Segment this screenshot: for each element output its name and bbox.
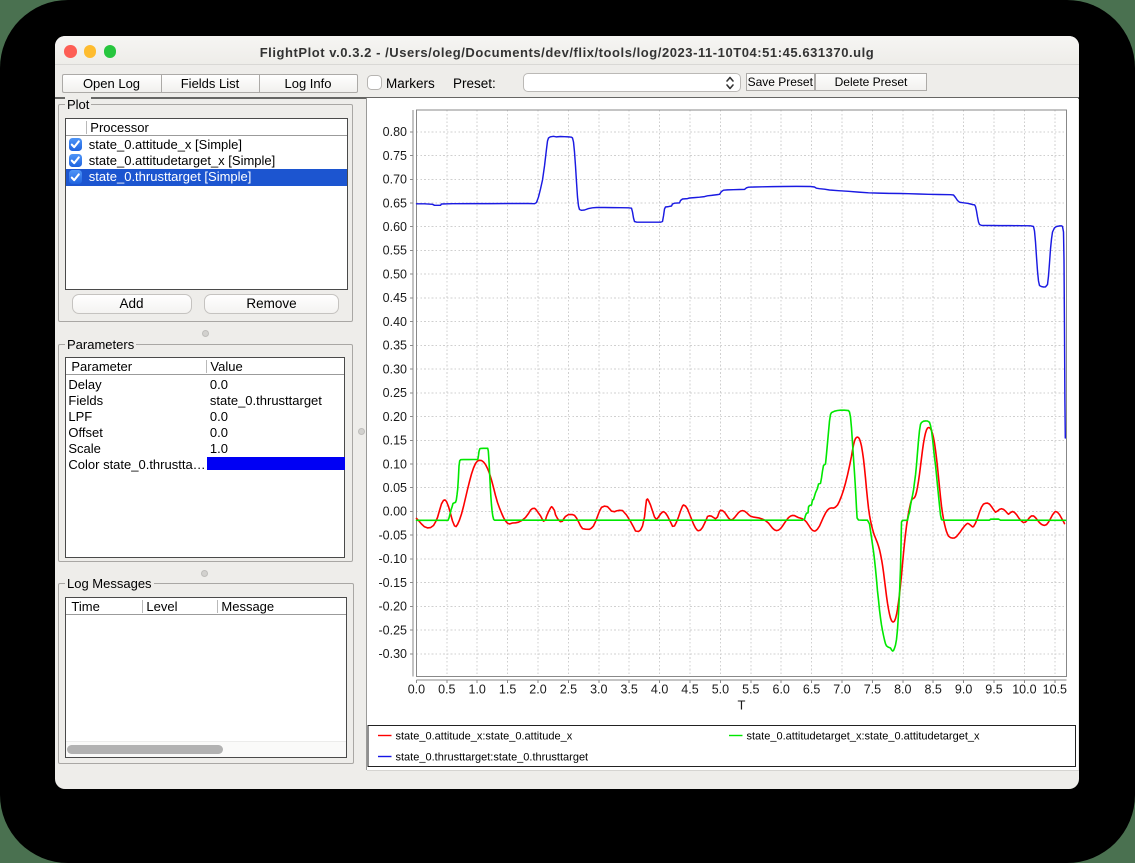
svg-text:0.5: 0.5 <box>438 683 455 697</box>
svg-text:state_0.attitude_x:state_0.att: state_0.attitude_x:state_0.attitude_x <box>395 731 572 743</box>
svg-text:state_0.attitudetarget_x:state: state_0.attitudetarget_x:state_0.attitud… <box>746 731 979 743</box>
svg-text:-0.15: -0.15 <box>378 576 407 590</box>
svg-text:state_0.thrusttarget:state_0.t: state_0.thrusttarget:state_0.thrusttarge… <box>395 752 588 764</box>
svg-text:9.0: 9.0 <box>954 683 971 697</box>
svg-text:0.05: 0.05 <box>382 481 406 495</box>
svg-text:8.0: 8.0 <box>894 683 911 697</box>
svg-text:3.0: 3.0 <box>590 683 607 697</box>
svg-text:5.0: 5.0 <box>711 683 728 697</box>
svg-text:-0.05: -0.05 <box>378 529 407 543</box>
svg-text:0.70: 0.70 <box>382 173 406 187</box>
svg-text:0.10: 0.10 <box>382 457 406 471</box>
svg-text:4.5: 4.5 <box>681 683 698 697</box>
svg-text:7.0: 7.0 <box>833 683 850 697</box>
svg-text:6.0: 6.0 <box>772 683 789 697</box>
svg-text:6.5: 6.5 <box>802 683 819 697</box>
svg-text:0.60: 0.60 <box>382 220 406 234</box>
svg-text:2.0: 2.0 <box>529 683 546 697</box>
svg-text:0.30: 0.30 <box>382 362 406 376</box>
svg-text:7.5: 7.5 <box>863 683 880 697</box>
svg-text:0.15: 0.15 <box>382 434 406 448</box>
svg-text:3.5: 3.5 <box>620 683 637 697</box>
svg-text:4.0: 4.0 <box>650 683 667 697</box>
svg-text:T: T <box>737 698 745 713</box>
svg-text:0.40: 0.40 <box>382 315 406 329</box>
svg-text:0.45: 0.45 <box>382 291 406 305</box>
svg-text:2.5: 2.5 <box>559 683 576 697</box>
svg-text:0.00: 0.00 <box>382 505 406 519</box>
svg-text:1.0: 1.0 <box>468 683 485 697</box>
svg-text:8.5: 8.5 <box>924 683 941 697</box>
svg-text:0.55: 0.55 <box>382 244 406 258</box>
svg-text:0.0: 0.0 <box>407 683 424 697</box>
svg-text:0.20: 0.20 <box>382 410 406 424</box>
svg-text:-0.10: -0.10 <box>378 552 407 566</box>
svg-text:1.5: 1.5 <box>498 683 515 697</box>
svg-text:0.65: 0.65 <box>382 196 406 210</box>
svg-text:9.5: 9.5 <box>985 683 1002 697</box>
svg-text:10.5: 10.5 <box>1042 683 1066 697</box>
svg-text:-0.25: -0.25 <box>378 623 407 637</box>
svg-text:0.50: 0.50 <box>382 268 406 282</box>
svg-text:0.75: 0.75 <box>382 149 406 163</box>
svg-text:-0.30: -0.30 <box>378 647 407 661</box>
svg-text:5.5: 5.5 <box>742 683 759 697</box>
svg-text:0.35: 0.35 <box>382 339 406 353</box>
svg-text:-0.20: -0.20 <box>378 600 407 614</box>
svg-text:0.25: 0.25 <box>382 386 406 400</box>
svg-text:0.80: 0.80 <box>382 125 406 139</box>
svg-text:10.0: 10.0 <box>1012 683 1036 697</box>
